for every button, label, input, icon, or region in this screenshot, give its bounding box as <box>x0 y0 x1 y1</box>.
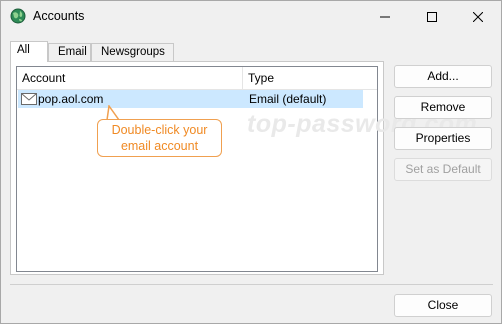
column-header-type[interactable]: Type <box>243 67 363 90</box>
tab-panel-all: Account Type pop.aol.com Email (default) <box>10 61 384 275</box>
close-window-button[interactable] <box>455 1 501 32</box>
maximize-button[interactable] <box>409 1 455 32</box>
set-as-default-button[interactable]: Set as Default <box>394 158 492 181</box>
column-header-account[interactable]: Account <box>17 67 243 90</box>
window-title: Accounts <box>33 9 85 23</box>
accounts-list[interactable]: Account Type pop.aol.com Email (default) <box>16 66 378 272</box>
accounts-window: Accounts All Email Newsgroups Account Ty… <box>0 0 502 324</box>
remove-button[interactable]: Remove <box>394 96 492 119</box>
callout-line-1: Double-click your <box>111 123 208 137</box>
callout-line-2: email account <box>120 139 199 153</box>
add-button[interactable]: Add... <box>394 65 492 88</box>
close-icon <box>473 11 483 22</box>
close-button[interactable]: Close <box>394 294 492 317</box>
annotation-callout: Double-click your email account <box>97 119 222 157</box>
title-bar[interactable]: Accounts <box>1 1 501 32</box>
envelope-icon <box>21 93 37 105</box>
maximize-icon <box>427 11 437 22</box>
properties-button[interactable]: Properties <box>394 127 492 150</box>
tab-email[interactable]: Email <box>48 43 91 61</box>
account-name: pop.aol.com <box>38 92 104 106</box>
minimize-button[interactable] <box>362 1 408 32</box>
account-type: Email (default) <box>249 92 327 106</box>
globe-icon <box>10 8 26 24</box>
list-item[interactable]: pop.aol.com Email (default) <box>18 90 363 108</box>
minimize-icon <box>380 16 390 17</box>
tab-newsgroups[interactable]: Newsgroups <box>91 43 174 61</box>
divider <box>10 284 493 285</box>
tab-all[interactable]: All <box>10 41 48 62</box>
list-header: Account Type <box>17 67 377 90</box>
